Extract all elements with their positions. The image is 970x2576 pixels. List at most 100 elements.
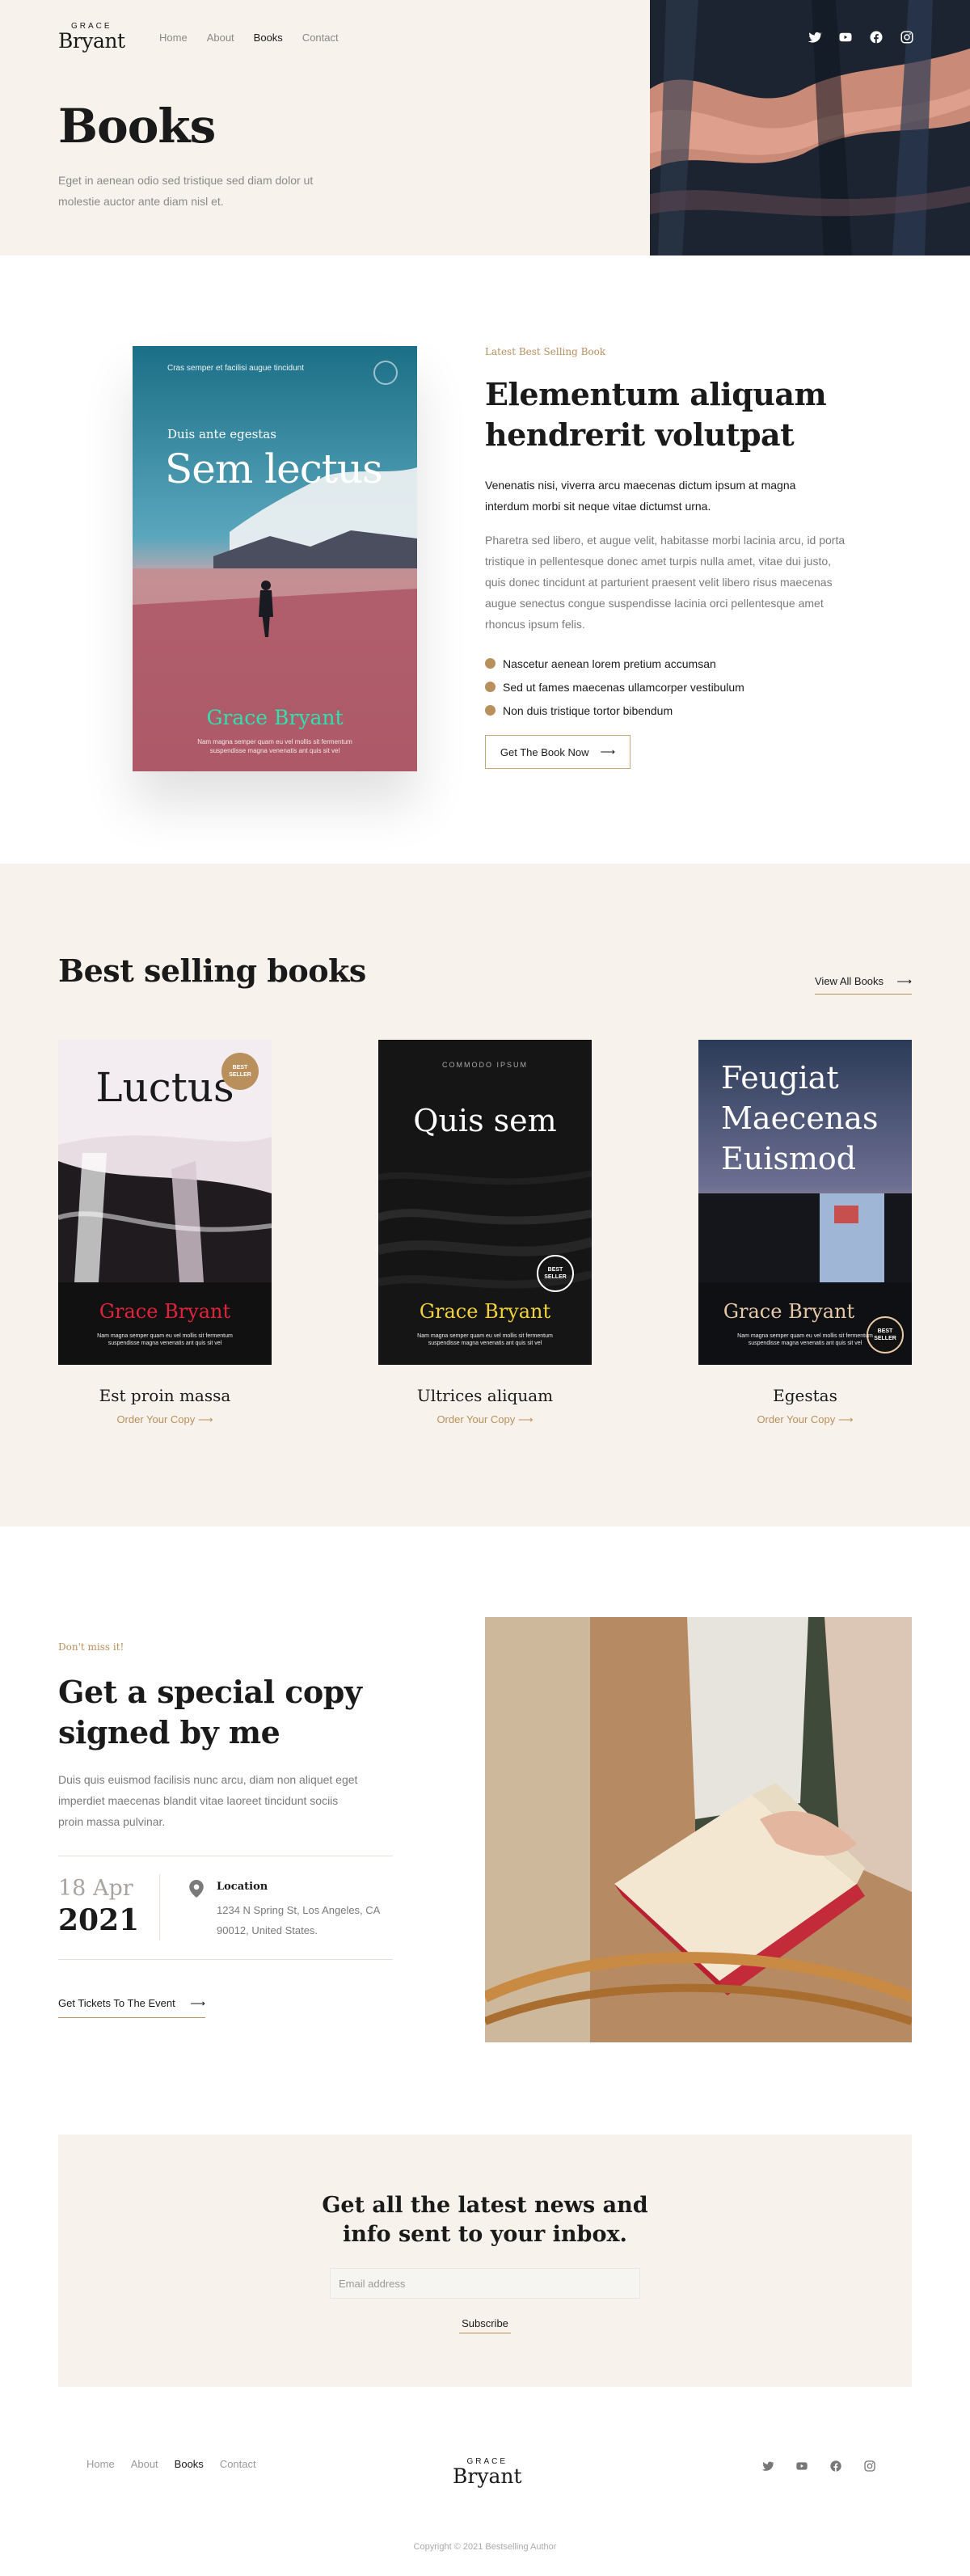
order-copy-link[interactable]: Order Your Copy ⟶	[378, 1413, 592, 1426]
book-card: COMMODO IPSUM Quis sem BEST SELLER Grace…	[378, 1040, 592, 1426]
twitter-icon[interactable]	[761, 2460, 774, 2473]
instagram-icon[interactable]	[900, 30, 914, 44]
cover-blurb: Nam magna semper quam eu vel mollis sit …	[197, 738, 352, 754]
cover-kicker: COMMODO IPSUM	[442, 1061, 528, 1069]
bullet-dot-icon	[485, 658, 496, 669]
footer-nav-contact[interactable]: Contact	[220, 2458, 256, 2470]
nav-contact[interactable]: Contact	[302, 32, 339, 44]
nav-home[interactable]: Home	[159, 32, 188, 44]
featured-kicker: Latest Best Selling Book	[485, 346, 606, 357]
location-label: Location	[217, 1881, 268, 1893]
award-badge-icon	[373, 361, 398, 385]
cover-blurb: Nam magna semper quam eu vel mollis sit …	[97, 1333, 233, 1346]
footer-nav: Home About Books Contact	[86, 2458, 256, 2470]
page-title: Books	[58, 99, 216, 154]
order-copy-link[interactable]: Order Your Copy ⟶	[698, 1413, 912, 1426]
view-all-label: View All Books	[815, 975, 884, 987]
location-pin-icon	[189, 1880, 204, 1898]
featured-body: Pharetra sed libero, et augue velit, hab…	[485, 534, 846, 631]
event-photo-reading	[485, 1617, 912, 2042]
cover-tagline: Cras semper et facilisi augue tincidunt	[167, 364, 304, 373]
footer-nav-books[interactable]: Books	[175, 2458, 204, 2470]
bullet-text: Sed ut fames maecenas ullamcorper vestib…	[503, 680, 744, 694]
facebook-icon[interactable]	[829, 2460, 842, 2473]
get-book-button[interactable]: Get The Book Now ⟶	[485, 735, 630, 769]
arrow-right-icon: ⟶	[190, 1997, 205, 2009]
featured-title: Elementum aliquam hendrerit volutpat	[485, 376, 827, 453]
cover-blurb: Nam magna semper quam eu vel mollis sit …	[737, 1333, 873, 1346]
cover-title: Sem lectus	[165, 446, 383, 492]
event-kicker: Don't miss it!	[58, 1641, 124, 1653]
newsletter-title-text: Get all the latest news and info sent to…	[322, 2193, 648, 2247]
footer-logo[interactable]: GRACE Bryant	[453, 2458, 522, 2488]
best-selling-section: Best selling books View All Books ⟶ Luct…	[0, 864, 970, 1527]
get-book-label: Get The Book Now	[500, 745, 589, 758]
instagram-icon[interactable]	[863, 2460, 876, 2473]
order-label: Order Your Copy	[757, 1413, 836, 1425]
cover-title: Quis sem	[413, 1103, 557, 1138]
subscribe-button[interactable]: Subscribe	[459, 2314, 511, 2333]
book-name[interactable]: Egestas	[698, 1386, 912, 1405]
cover-title: Feugiat Maecenas Euismod	[721, 1060, 879, 1176]
bullet-dot-icon	[485, 705, 496, 716]
arrow-right-icon: ⟶	[896, 975, 912, 987]
newsletter-section: Get all the latest news and info sent to…	[58, 2135, 912, 2387]
best-seller-badge: BEST SELLER	[221, 1053, 259, 1090]
book-cover[interactable]: Luctus BEST SELLER Grace Bryant Nam magn…	[58, 1040, 272, 1365]
get-tickets-link[interactable]: Get Tickets To The Event ⟶	[58, 1997, 205, 2018]
footer-nav-home[interactable]: Home	[86, 2458, 115, 2470]
bullet-text: Nascetur aenean lorem pretium accumsan	[503, 657, 716, 670]
hero-section: GRACE Bryant Home About Books Contact Bo…	[0, 0, 970, 255]
cover-author: Grace Bryant	[99, 1300, 231, 1323]
event-date-year: 2021	[58, 1903, 140, 1937]
twitter-icon[interactable]	[808, 30, 822, 44]
facebook-icon[interactable]	[869, 30, 884, 44]
view-all-books-link[interactable]: View All Books ⟶	[815, 975, 912, 995]
youtube-icon[interactable]	[795, 2460, 808, 2473]
email-field[interactable]	[330, 2268, 640, 2299]
book-cover[interactable]: Feugiat Maecenas Euismod BEST SELLER Gra…	[698, 1040, 912, 1365]
page-subtitle: Eget in aenean odio sed tristique sed di…	[58, 174, 314, 208]
bullet-item: Non duis tristique tortor bibendum	[485, 699, 744, 722]
get-tickets-label: Get Tickets To The Event	[58, 1997, 175, 2009]
order-label: Order Your Copy	[116, 1413, 196, 1425]
best-seller-badge: BEST SELLER	[537, 1255, 574, 1292]
bullet-item: Sed ut fames maecenas ullamcorper vestib…	[485, 675, 744, 699]
featured-bullets: Nascetur aenean lorem pretium accumsan S…	[485, 652, 744, 722]
nav-about[interactable]: About	[207, 32, 234, 44]
main-nav: Home About Books Contact	[159, 32, 339, 44]
featured-book-cover[interactable]: Cras semper et facilisi augue tincidunt …	[133, 346, 417, 771]
book-name[interactable]: Ultrices aliquam	[378, 1386, 592, 1405]
newsletter-title: Get all the latest news and info sent to…	[58, 2191, 912, 2249]
event-body: Duis quis euismod facilisis nunc arcu, d…	[58, 1773, 358, 1828]
bullet-item: Nascetur aenean lorem pretium accumsan	[485, 652, 744, 675]
social-links	[808, 30, 914, 44]
arrow-right-icon: ⟶	[517, 1413, 534, 1425]
site-logo[interactable]: GRACE Bryant	[58, 23, 125, 52]
cover-author: Grace Bryant	[723, 1300, 855, 1323]
book-name[interactable]: Est proin massa	[58, 1386, 272, 1405]
divider	[58, 1959, 393, 1960]
best-selling-title: Best selling books	[58, 952, 366, 989]
order-copy-link[interactable]: Order Your Copy ⟶	[58, 1413, 272, 1426]
copyright-text: Copyright © 2021 Bestselling Author	[413, 2542, 557, 2552]
cover-author: Grace Bryant	[206, 706, 344, 729]
divider	[159, 1874, 160, 1940]
book-card: Luctus BEST SELLER Grace Bryant Nam magn…	[58, 1040, 272, 1426]
cover-author: Grace Bryant	[419, 1300, 551, 1323]
nav-books[interactable]: Books	[254, 32, 283, 44]
arrow-right-icon: ⟶	[197, 1413, 213, 1425]
logo-big-text: Bryant	[453, 2464, 522, 2488]
bullet-text: Non duis tristique tortor bibendum	[503, 703, 673, 717]
footer-nav-about[interactable]: About	[131, 2458, 158, 2470]
book-cover[interactable]: COMMODO IPSUM Quis sem BEST SELLER Grace…	[378, 1040, 592, 1365]
book-card: Feugiat Maecenas Euismod BEST SELLER Gra…	[698, 1040, 912, 1426]
cover-blurb: Nam magna semper quam eu vel mollis sit …	[417, 1333, 553, 1346]
footer-social-links	[761, 2460, 876, 2473]
event-title: Get a special copy signed by me	[58, 1674, 362, 1750]
order-label: Order Your Copy	[436, 1413, 516, 1425]
cover-kicker: Duis ante egestas	[167, 427, 276, 441]
featured-lead: Venenatis nisi, viverra arcu maecenas di…	[485, 479, 796, 513]
youtube-icon[interactable]	[838, 30, 853, 44]
event-date-day: 18 Apr	[58, 1876, 133, 1901]
